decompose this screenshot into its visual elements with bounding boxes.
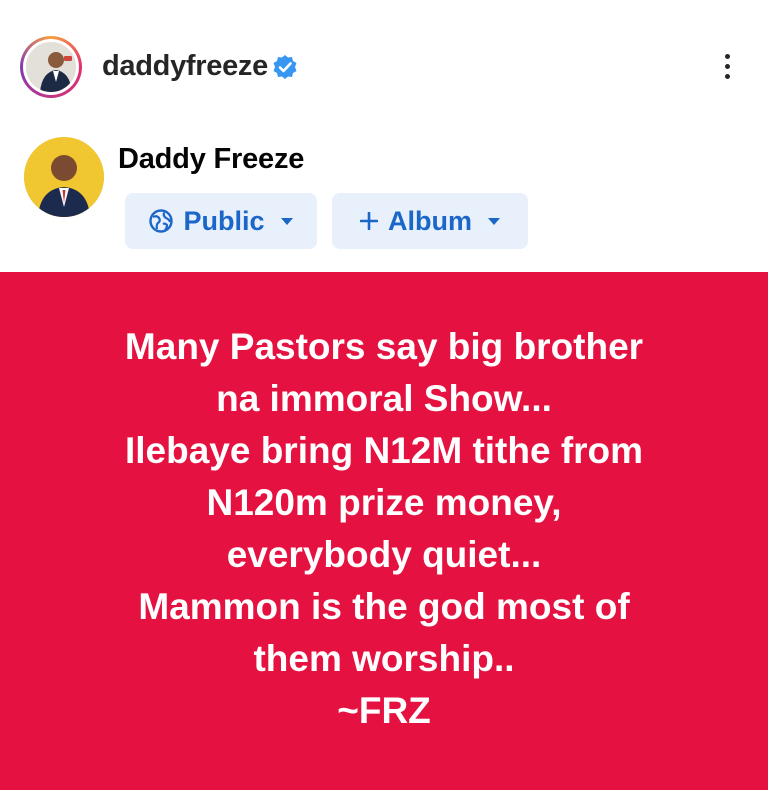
chevron-down-icon — [488, 217, 500, 225]
more-options-button[interactable] — [712, 44, 742, 88]
post-text-line: Many Pastors say big brother — [124, 326, 644, 367]
post-text-line: everybody quiet... — [226, 534, 542, 575]
plus-icon — [360, 212, 378, 230]
post-text: Many Pastors say big brother na immoral … — [44, 321, 724, 737]
more-vertical-icon — [724, 53, 730, 59]
text-post-card: Many Pastors say big brother na immoral … — [0, 272, 768, 790]
globe-icon — [149, 209, 174, 233]
facebook-post-composer: Daddy Freeze Public Album — [0, 125, 768, 275]
author-name[interactable]: Daddy Freeze — [118, 143, 304, 176]
post-signature: ~FRZ — [337, 690, 431, 731]
verified-badge-icon — [273, 55, 297, 79]
chevron-down-icon — [280, 217, 293, 225]
post-text-line: them worship.. — [253, 638, 515, 679]
post-text-line: na immoral Show... — [216, 378, 552, 419]
author-avatar[interactable] — [24, 137, 104, 217]
album-selector-button[interactable]: Album — [332, 193, 528, 249]
audience-selector-button[interactable]: Public — [125, 193, 317, 249]
post-text-line: Ilebaye bring N12M tithe from — [124, 430, 644, 471]
album-label: Album — [388, 205, 472, 236]
username[interactable]: daddyfreeze — [102, 50, 268, 83]
instagram-post-header: daddyfreeze — [0, 0, 768, 120]
profile-avatar[interactable] — [20, 36, 82, 98]
post-text-line: N120m prize money, — [206, 482, 562, 523]
audience-label: Public — [183, 205, 265, 236]
post-text-line: Mammon is the god most of — [138, 586, 630, 627]
